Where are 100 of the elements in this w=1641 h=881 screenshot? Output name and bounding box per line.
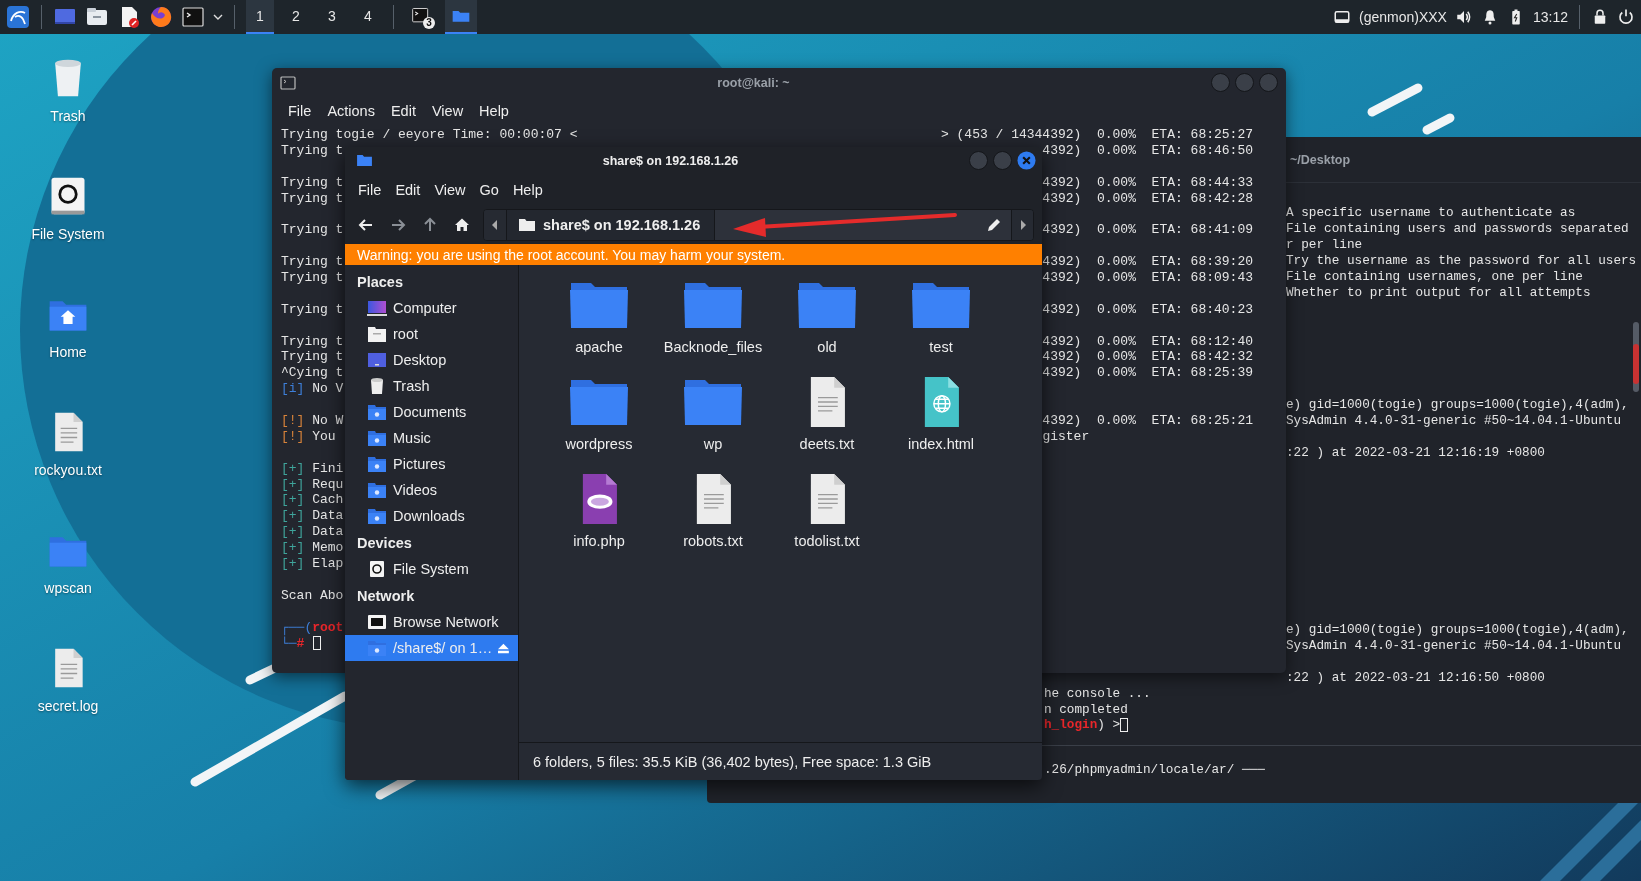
sidebar-item[interactable]: Browse Network [345,609,518,635]
file-name[interactable]: test [929,339,953,355]
menu-item[interactable]: File [358,182,382,198]
drive-icon [367,560,387,578]
menu-item[interactable]: View [434,182,466,198]
scroll-left-button[interactable] [484,210,506,240]
sidebar-item[interactable]: Videos [345,477,518,503]
file-name[interactable]: Backnode_files [663,339,763,355]
terminal-text: 4392) 0.00% ETA: 68:25:39 [1042,365,1253,382]
file-name[interactable]: wordpress [565,436,633,452]
desktop-icon-label[interactable]: Home [49,344,87,360]
terminal-line: e) gid=1000(togie) groups=1000(togie),4(adm), [1286,622,1630,638]
arrow-left-icon [358,217,374,233]
path-button[interactable]: share$ on 192.168.1.26 [506,210,716,240]
close-button[interactable] [1017,151,1036,170]
menu-item[interactable]: Edit [390,102,416,119]
sidebar-item[interactable]: Downloads [345,503,518,529]
desktop-icon-label[interactable]: secret.log [37,698,99,714]
terminal-text: 4392) 0.00% ETA: 68:42:28 [1042,190,1253,207]
status-tag: [+] [281,508,305,525]
root-icon [367,325,387,343]
file-name[interactable]: robots.txt [683,533,743,549]
sidebar-item[interactable]: Computer [345,295,518,321]
sidebar-item[interactable]: root [345,321,518,347]
caret-icon[interactable] [213,14,223,20]
folder-icon [357,154,372,167]
sidebar-item[interactable]: File System [345,556,518,582]
file-name[interactable]: apache [575,339,623,355]
terminal-text: Trying t [281,142,344,159]
file-name[interactable]: todolist.txt [794,533,860,549]
terminal-text: 4392) 0.00% ETA: 68:41:09 [1042,222,1253,239]
window-icon[interactable] [1333,8,1351,26]
menu-item[interactable]: View [431,102,464,119]
scroll-right-button[interactable] [1011,210,1033,240]
workspace-button[interactable]: 3 [318,0,346,34]
menu-item[interactable]: Go [479,182,499,198]
clock[interactable]: 13:12 [1532,9,1568,25]
status-tag: [+] [281,476,305,493]
terminal-text: 4392) 0.00% ETA: 68:42:32 [1042,349,1253,366]
sidebar-item[interactable]: Documents [345,399,518,425]
genmon-label: (genmon)XXX [1359,9,1447,25]
menu-item[interactable]: Help [512,182,543,198]
terminal-text: Fini [312,460,344,477]
sidebar-item[interactable]: Music [345,425,518,451]
terminal-text: Trying t [281,270,344,286]
terminal-text: Memo [312,540,344,557]
terminal-text: Trying t [281,174,344,191]
terminal-text: Requ [312,476,344,493]
desktop-icon-label[interactable]: wpscan [44,580,92,596]
terminal-text: Data [312,508,344,525]
terminal-window-button[interactable]: 3 [405,0,437,34]
terminal-text: Trying togie / eeyore Time: 00:00:07 < [281,127,578,143]
file-name[interactable]: old [817,339,837,355]
sidebar-item[interactable]: Trash [345,373,518,399]
power-icon[interactable] [1617,8,1635,26]
terminal-text: Trying t [281,301,344,318]
browser-icon[interactable] [149,5,173,29]
status-text: 6 folders, 5 files: 35.5 KiB (36,402 bytes), Free space: 1.3 GiB [533,753,932,770]
terminal-text: 4392) 0.00% ETA: 68:44:33 [1042,174,1253,191]
terminal-line: SysAdmin 4.4.0-31-generic #50~14.04.1-Ubuntu [1286,413,1622,430]
status-tag: [!] [281,413,305,429]
files-window-button[interactable] [445,0,477,34]
status-tag: [i] [281,381,305,398]
prompt-user: root [312,619,344,636]
file-name[interactable]: info.php [573,533,625,549]
terminal-text: No V [312,381,344,398]
terminal-line: File containing usernames, one per line [1286,268,1584,285]
terminal-line: e) gid=1000(togie) groups=1000(togie),4(adm), [1286,397,1630,414]
workspace-button[interactable]: 2 [282,0,310,34]
terminal-line: SysAdmin 4.4.0-31-generic #50~14.04.1-Ubuntu [1286,637,1622,654]
workspace-button[interactable]: 4 [354,0,382,34]
window-title: share$ on 192.168.1.26 [601,153,740,168]
file-name[interactable]: wp [703,436,723,452]
menu-item[interactable]: Edit [395,182,421,198]
file-name[interactable]: deets.txt [799,436,855,452]
terminal-line: Whether to print output for all attempts [1286,284,1592,301]
terminal-text: 4392) 0.00% ETA: 68:46:50 [1042,142,1253,159]
logo-icon[interactable] [6,5,30,29]
terminal-line: A specific username to authenticate as [1286,205,1577,221]
sidebar-item[interactable]: /share$/ on 1… [345,635,518,661]
workspace-button[interactable]: 1 [246,0,274,34]
terminal-text: 4392) 0.00% ETA: 68:12:40 [1042,333,1253,350]
prompt-symbol: # [296,635,305,652]
sidebar-item[interactable]: Desktop [345,347,518,373]
menu-item[interactable]: File [288,102,312,119]
home-icon [454,217,470,233]
file-name[interactable]: index.html [907,436,975,452]
terminal-text: Cach [312,492,344,509]
terminal-line: :22 ) at 2022-03-21 12:16:19 +0800 [1286,445,1546,462]
desktop-icon-label[interactable]: File System [31,226,105,242]
terminal-icon[interactable] [181,5,205,29]
menu-item[interactable]: Help [479,102,509,119]
status-tag: [!] [281,428,305,445]
menu-item[interactable]: Actions [327,102,375,119]
caret-left-icon [492,220,498,230]
eject-icon[interactable] [498,642,509,654]
terminal-text: You [312,428,336,445]
sidebar-item[interactable]: Pictures [345,451,518,477]
terminal-text: No W [312,413,344,429]
desktop-icon-label[interactable]: rockyou.txt [34,462,102,478]
